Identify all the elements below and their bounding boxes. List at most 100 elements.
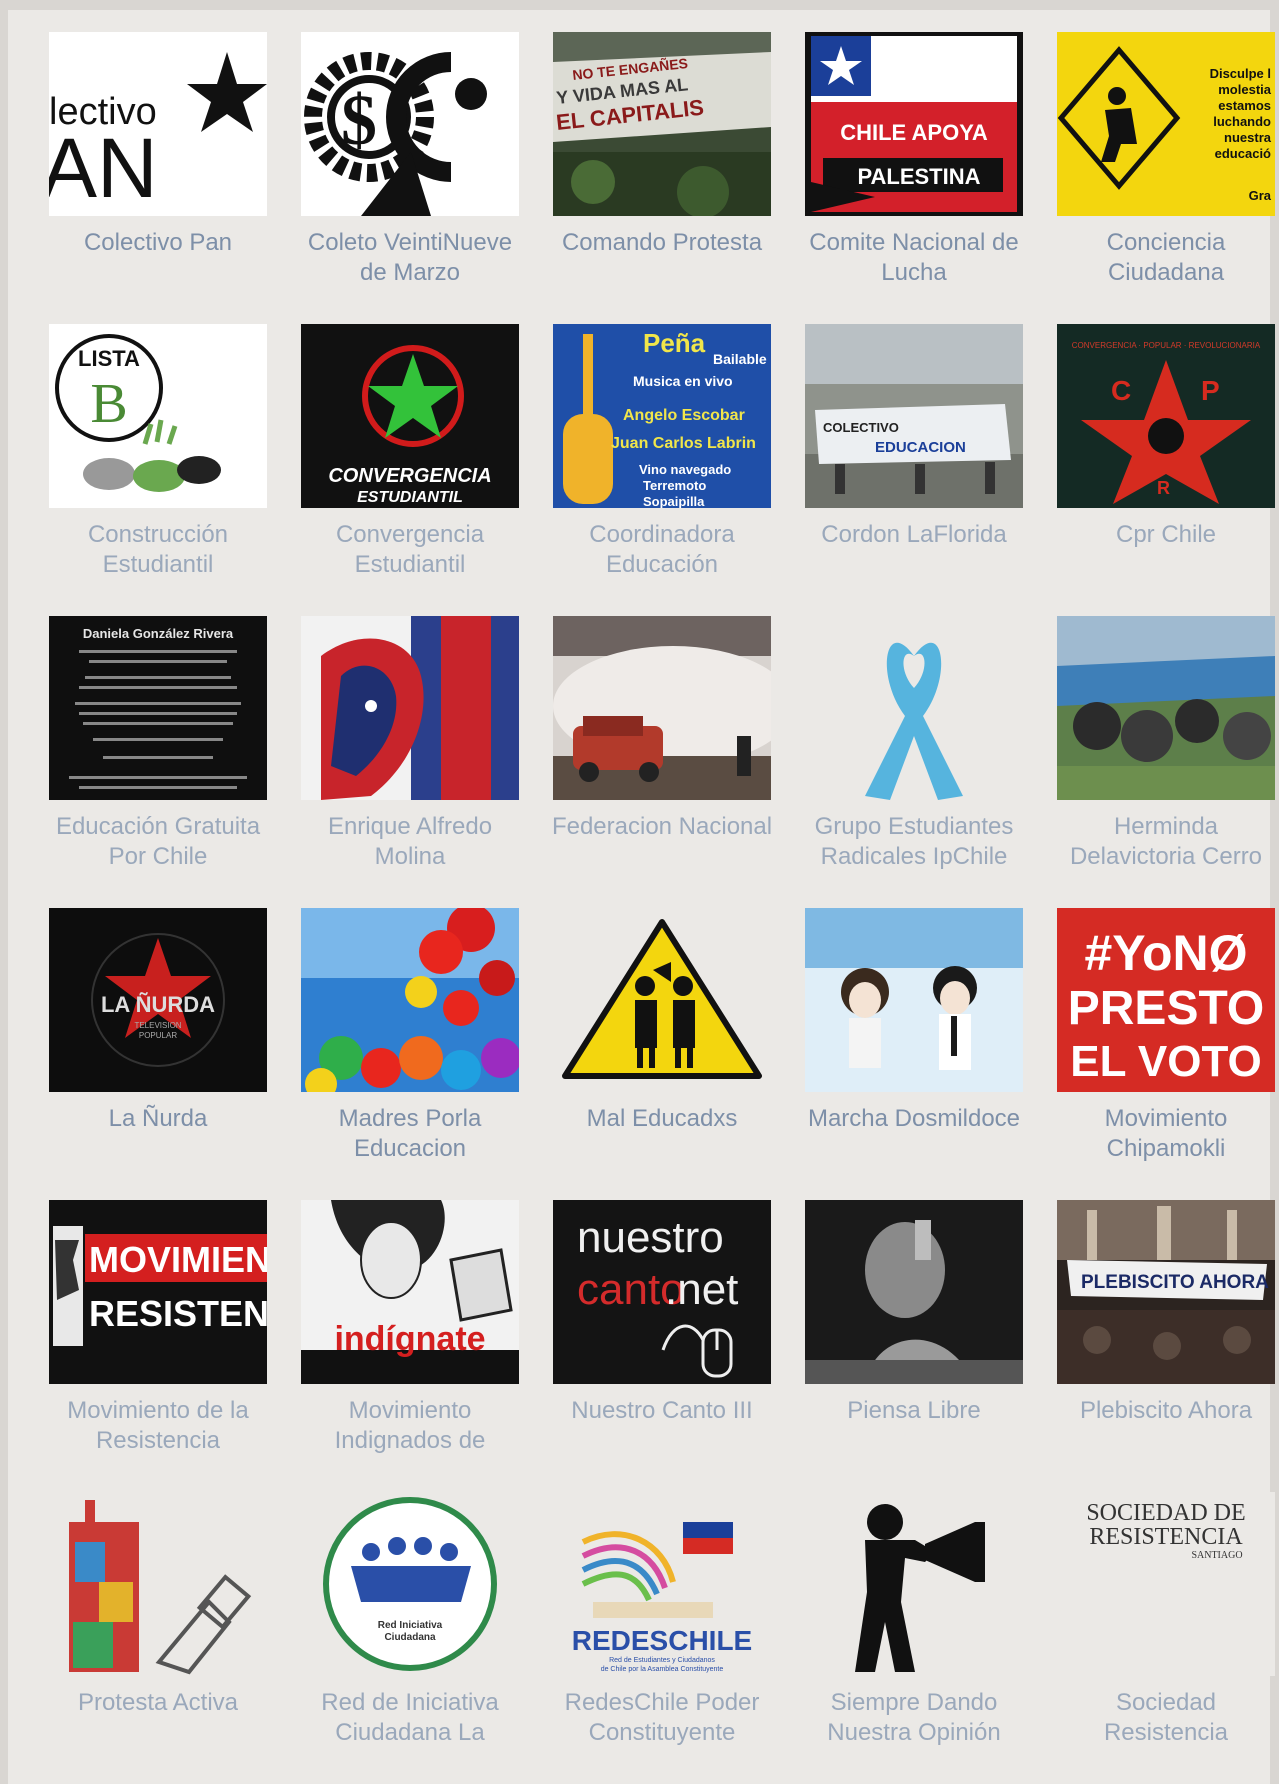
page-name-link[interactable]: Cordon LaFlorida	[799, 520, 1029, 550]
page-thumbnail[interactable]: MOVIMIENTO RESISTENCIA	[49, 1200, 267, 1384]
page-name-link[interactable]: Construcción Estudiantil	[43, 520, 273, 580]
page-card-comando-protesta[interactable]: NO TE ENGAÑES Y VIDA MAS AL EL CAPITALIS…	[536, 20, 788, 312]
page-name-link[interactable]: Colectivo Pan	[43, 228, 273, 258]
page-thumbnail[interactable]: Red Iniciativa Ciudadana	[301, 1492, 519, 1676]
page-name-link[interactable]: Nuestro Canto III	[547, 1396, 777, 1426]
page-name-link[interactable]: Enrique Alfredo Molina	[295, 812, 525, 872]
page-card-comite-nacional[interactable]: CHILE APOYA PALESTINA Comite Nacional de…	[788, 20, 1040, 312]
page-thumbnail[interactable]	[805, 616, 1023, 800]
page-thumbnail[interactable]: CHILE APOYA PALESTINA	[805, 32, 1023, 216]
page-card-enrique-alfredo-molina[interactable]: Enrique Alfredo Molina	[284, 604, 536, 896]
page-card-educacion-gratuita[interactable]: Daniela González Rivera Educación Gratui…	[32, 604, 284, 896]
page-thumbnail[interactable]	[301, 616, 519, 800]
page-card-conciencia-ciudadana[interactable]: Disculpe l molestia estamos luchando nue…	[1040, 20, 1279, 312]
page-thumbnail[interactable]: Peña Bailable Musica en vivo Angelo Esco…	[553, 324, 771, 508]
page-card-plebiscito-ahora[interactable]: PLEBISCITO AHORA Plebiscito Ahora	[1040, 1188, 1279, 1480]
logo-text: ESTUDIANTIL	[357, 489, 463, 506]
page-card-colectivo-pan[interactable]: lectivo AN Colectivo Pan	[32, 20, 284, 312]
banner-text: PLEBISCITO AHORA	[1081, 1272, 1269, 1293]
page-card-federacion-nacional[interactable]: Federacion Nacional	[536, 604, 788, 896]
page-thumbnail[interactable]: Disculpe l molestia estamos luchando nue…	[1057, 32, 1275, 216]
page-name-link[interactable]: Marcha Dosmildoce	[799, 1104, 1029, 1134]
logo-text: $	[341, 80, 377, 160]
poster-text: Daniela González Rivera	[83, 626, 234, 641]
page-name-link[interactable]: La Ñurda	[43, 1104, 273, 1134]
poster-text: Sopaipilla	[643, 494, 705, 508]
page-card-red-iniciativa[interactable]: Red Iniciativa Ciudadana Red de Iniciati…	[284, 1480, 536, 1772]
page-thumbnail[interactable]: Daniela González Rivera	[49, 616, 267, 800]
page-name-link[interactable]: Movimiento de la Resistencia	[43, 1396, 273, 1456]
page-thumbnail[interactable]: COLECTIVO EDUCACION	[805, 324, 1023, 508]
page-thumbnail[interactable]: REDESCHILE Red de Estudiantes y Ciudadan…	[553, 1492, 771, 1676]
page-name-link[interactable]: Coleto VeintiNueve de Marzo	[295, 228, 525, 288]
page-card-madres-porla-educacion[interactable]: Madres Porla Educacion	[284, 896, 536, 1188]
page-name-link[interactable]: Red de Iniciativa Ciudadana La	[295, 1688, 525, 1748]
page-name-link[interactable]: Protesta Activa	[43, 1688, 273, 1718]
page-card-mal-educadxs[interactable]: Mal Educadxs	[536, 896, 788, 1188]
page-name-link[interactable]: Piensa Libre	[799, 1396, 1029, 1426]
page-thumbnail[interactable]: CONVERGENCIA ESTUDIANTIL	[301, 324, 519, 508]
page-card-coleto-veintinueve[interactable]: $ Coleto VeintiNueve de Marzo	[284, 20, 536, 312]
sign-text: Gra	[1249, 188, 1272, 203]
page-card-marcha-dosmildoce[interactable]: Marcha Dosmildoce	[788, 896, 1040, 1188]
page-card-movimiento-indignados[interactable]: indígnate Movimiento Indignados de	[284, 1188, 536, 1480]
page-name-link[interactable]: Movimiento Chipamokli	[1051, 1104, 1279, 1164]
page-name-link[interactable]: Cpr Chile	[1051, 520, 1279, 550]
page-thumbnail[interactable]: indígnate	[301, 1200, 519, 1384]
page-card-cordon-laflorida[interactable]: COLECTIVO EDUCACION Cordon LaFlorida	[788, 312, 1040, 604]
page-thumbnail[interactable]	[553, 908, 771, 1092]
page-card-sociedad-resistencia[interactable]: SOCIEDAD DE RESISTENCIA SANTIAGO Socieda…	[1040, 1480, 1279, 1772]
page-name-link[interactable]: Mal Educadxs	[547, 1104, 777, 1134]
poster-text: Terremoto	[643, 478, 706, 493]
page-name-link[interactable]: Comando Protesta	[547, 228, 777, 258]
page-thumbnail[interactable]	[805, 1200, 1023, 1384]
banner-text: COLECTIVO	[823, 420, 899, 435]
page-card-cpr-chile[interactable]: CONVERGENCIA · POPULAR · REVOLUCIONARIA …	[1040, 312, 1279, 604]
poster-text: Juan Carlos Labrin	[611, 435, 756, 452]
page-name-link[interactable]: Movimiento Indignados de	[295, 1396, 525, 1456]
page-thumbnail[interactable]: CONVERGENCIA · POPULAR · REVOLUCIONARIA …	[1057, 324, 1275, 508]
page-card-redeschile[interactable]: REDESCHILE Red de Estudiantes y Ciudadan…	[536, 1480, 788, 1772]
page-card-piensa-libre[interactable]: Piensa Libre	[788, 1188, 1040, 1480]
page-name-link[interactable]: Siempre Dando Nuestra Opinión	[799, 1688, 1029, 1748]
page-card-construccion-estudiantil[interactable]: LISTA B Construcción Estudiantil	[32, 312, 284, 604]
page-thumbnail[interactable]	[301, 908, 519, 1092]
page-name-link[interactable]: Grupo Estudiantes Radicales IpChile	[799, 812, 1029, 872]
page-thumbnail[interactable]: $	[301, 32, 519, 216]
page-name-link[interactable]: Educación Gratuita Por Chile	[43, 812, 273, 872]
page-name-link[interactable]: Sociedad Resistencia	[1051, 1688, 1279, 1748]
page-thumbnail[interactable]	[805, 1492, 1023, 1676]
page-name-link[interactable]: Herminda Delavictoria Cerro	[1051, 812, 1279, 872]
page-thumbnail[interactable]: lectivo AN	[49, 32, 267, 216]
page-card-la-nurda[interactable]: LA ÑURDA TELEVISION POPULAR La Ñurda	[32, 896, 284, 1188]
page-thumbnail[interactable]	[553, 616, 771, 800]
page-thumbnail[interactable]: NO TE ENGAÑES Y VIDA MAS AL EL CAPITALIS	[553, 32, 771, 216]
page-thumbnail[interactable]: SOCIEDAD DE RESISTENCIA SANTIAGO	[1057, 1492, 1275, 1676]
page-name-link[interactable]: Conciencia Ciudadana	[1051, 228, 1279, 288]
page-thumbnail[interactable]: #YoNØ PRESTO EL VOTO	[1057, 908, 1275, 1092]
page-card-movimiento-resistencia[interactable]: MOVIMIENTO RESISTENCIA Movimiento de la …	[32, 1188, 284, 1480]
page-card-protesta-activa[interactable]: Protesta Activa	[32, 1480, 284, 1772]
page-card-nuestro-canto[interactable]: nuestro canto .net Nuestro Canto III	[536, 1188, 788, 1480]
page-name-link[interactable]: Federacion Nacional	[547, 812, 777, 842]
page-name-link[interactable]: Madres Porla Educacion	[295, 1104, 525, 1164]
page-thumbnail[interactable]: nuestro canto .net	[553, 1200, 771, 1384]
page-card-coordinadora-educacion[interactable]: Peña Bailable Musica en vivo Angelo Esco…	[536, 312, 788, 604]
page-thumbnail[interactable]	[1057, 616, 1275, 800]
page-name-link[interactable]: RedesChile Poder Constituyente	[547, 1688, 777, 1748]
page-card-siempre-dando[interactable]: Siempre Dando Nuestra Opinión	[788, 1480, 1040, 1772]
page-card-grupo-estudiantes[interactable]: Grupo Estudiantes Radicales IpChile	[788, 604, 1040, 896]
page-card-herminda[interactable]: Herminda Delavictoria Cerro	[1040, 604, 1279, 896]
page-thumbnail[interactable]	[49, 1492, 267, 1676]
page-name-link[interactable]: Comite Nacional de Lucha	[799, 228, 1029, 288]
page-thumbnail[interactable]	[805, 908, 1023, 1092]
page-thumbnail[interactable]: PLEBISCITO AHORA	[1057, 1200, 1275, 1384]
page-thumbnail[interactable]: LA ÑURDA TELEVISION POPULAR	[49, 908, 267, 1092]
page-name-link[interactable]: Coordinadora Educación	[547, 520, 777, 580]
page-card-convergencia-estudiantil[interactable]: CONVERGENCIA ESTUDIANTIL Convergencia Es…	[284, 312, 536, 604]
page-name-link[interactable]: Plebiscito Ahora	[1051, 1396, 1279, 1426]
page-card-movimiento-chipamokli[interactable]: #YoNØ PRESTO EL VOTO Movimiento Chipamok…	[1040, 896, 1279, 1188]
logo-text: MOVIMIENTO	[89, 1239, 267, 1280]
page-name-link[interactable]: Convergencia Estudiantil	[295, 520, 525, 580]
page-thumbnail[interactable]: LISTA B	[49, 324, 267, 508]
